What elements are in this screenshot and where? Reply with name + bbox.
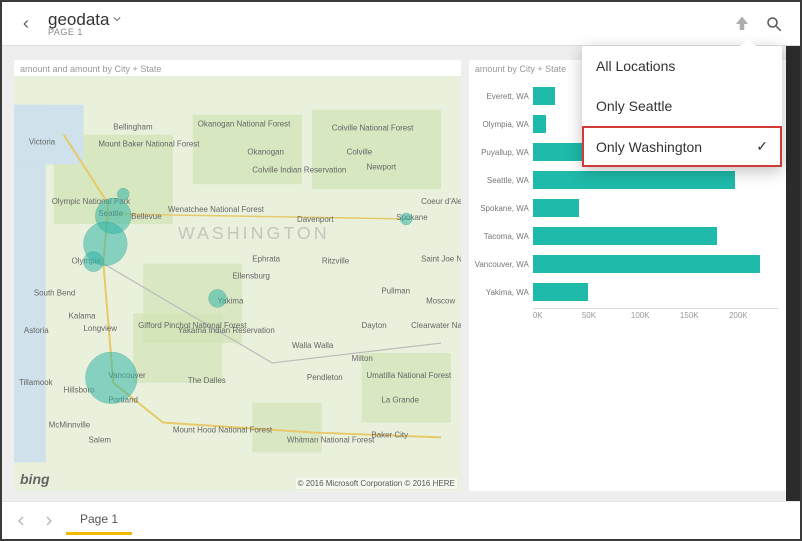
svg-text:Clearwater National Forest: Clearwater National Forest <box>411 321 461 330</box>
state-label: WASHINGTON <box>178 223 330 243</box>
bar-row: Tacoma, WA <box>473 224 778 248</box>
svg-text:Baker City: Baker City <box>371 430 408 439</box>
svg-text:Tillamook: Tillamook <box>19 378 53 387</box>
svg-text:McMinnville: McMinnville <box>49 420 91 429</box>
svg-text:Bellevue: Bellevue <box>131 212 162 221</box>
svg-text:La Grande: La Grande <box>381 396 419 405</box>
svg-text:Ephrata: Ephrata <box>252 255 280 264</box>
title-block[interactable]: geodata PAGE 1 <box>48 11 121 37</box>
svg-text:Wenatchee National Forest: Wenatchee National Forest <box>168 205 265 214</box>
bar-fill <box>533 283 588 301</box>
svg-text:Victoria: Victoria <box>29 137 56 146</box>
prev-page-button[interactable] <box>10 510 32 532</box>
bubble-olympia <box>84 252 104 272</box>
svg-text:Salem: Salem <box>88 435 111 444</box>
svg-text:Newport: Newport <box>366 162 396 171</box>
map-area[interactable]: WASHINGTON Bellingham Okanogan National … <box>14 76 461 491</box>
check-icon: ✓ <box>756 138 768 155</box>
map-title: amount and amount by City + State <box>14 60 461 76</box>
svg-text:Okanogan National Forest: Okanogan National Forest <box>198 120 291 129</box>
map-svg: WASHINGTON Bellingham Okanogan National … <box>14 76 461 491</box>
svg-text:Coeur d'Alene National Forest: Coeur d'Alene National Forest <box>421 197 461 206</box>
svg-text:South Bend: South Bend <box>34 288 75 297</box>
bar-row: Vancouver, WA <box>473 252 778 276</box>
bar-fill <box>533 87 555 105</box>
dropdown-item-washington[interactable]: Only Washington ✓ <box>582 126 782 167</box>
bar-row: Seattle, WA <box>473 168 778 192</box>
header: geodata PAGE 1 <box>2 2 800 46</box>
back-button[interactable] <box>12 10 40 38</box>
svg-text:Colville National Forest: Colville National Forest <box>332 124 414 133</box>
dropdown-pointer <box>740 38 756 46</box>
page-tab-label: Page 1 <box>80 512 118 526</box>
page-tab[interactable]: Page 1 <box>66 506 132 535</box>
svg-text:Saint Joe National Forest: Saint Joe National Forest <box>421 255 461 264</box>
bar-fill <box>533 227 717 245</box>
svg-text:Okanogan: Okanogan <box>247 147 284 156</box>
svg-text:Colville: Colville <box>347 147 373 156</box>
x-axis: 0K 50K 100K 150K 200K <box>533 308 778 320</box>
location-filter-dropdown: All Locations Only Seattle Only Washingt… <box>582 46 782 167</box>
dropdown-label: All Locations <box>596 58 675 74</box>
bar-fill <box>533 171 735 189</box>
bubble-yakima <box>209 289 227 307</box>
svg-text:Pullman: Pullman <box>381 286 410 295</box>
map-attribution: © 2016 Microsoft Corporation © 2016 HERE <box>296 478 457 489</box>
footer: Page 1 <box>2 501 800 539</box>
bar-row: Spokane, WA <box>473 196 778 220</box>
svg-text:Umatilla National Forest: Umatilla National Forest <box>366 371 451 380</box>
svg-text:Dayton: Dayton <box>362 321 387 330</box>
dropdown-label: Only Seattle <box>596 98 672 114</box>
dropdown-item-all[interactable]: All Locations <box>582 46 782 86</box>
dropdown-label: Only Washington <box>596 139 702 155</box>
report-title: geodata <box>48 11 109 28</box>
filter-icon[interactable] <box>726 8 758 40</box>
svg-text:Milton: Milton <box>352 354 373 363</box>
svg-text:Longview: Longview <box>84 324 118 333</box>
svg-text:Yakama Indian Reservation: Yakama Indian Reservation <box>178 326 275 335</box>
bar-row: Yakima, WA <box>473 280 778 304</box>
svg-text:Astoria: Astoria <box>24 326 49 335</box>
svg-text:Moscow: Moscow <box>426 296 455 305</box>
search-icon[interactable] <box>758 8 790 40</box>
svg-text:Ellensburg: Ellensburg <box>232 272 270 281</box>
bar-fill <box>533 115 546 133</box>
bar-fill <box>533 255 760 273</box>
next-page-button[interactable] <box>38 510 60 532</box>
svg-text:Mount Hood National Forest: Mount Hood National Forest <box>173 425 273 434</box>
svg-text:The Dalles: The Dalles <box>188 376 226 385</box>
svg-text:Pendleton: Pendleton <box>307 373 343 382</box>
map-visual[interactable]: amount and amount by City + State <box>14 60 461 491</box>
svg-text:Ritzville: Ritzville <box>322 257 350 266</box>
bubble-vancouver <box>85 352 137 404</box>
bubble-everett <box>117 188 129 200</box>
svg-text:Kalama: Kalama <box>69 311 96 320</box>
bing-logo: bing <box>20 471 50 487</box>
right-panel-edge <box>786 46 800 501</box>
bar-fill <box>533 199 580 217</box>
bubble-spokane <box>400 213 412 225</box>
svg-text:Mount Baker National Forest: Mount Baker National Forest <box>98 139 200 148</box>
chevron-down-icon <box>113 11 121 27</box>
svg-text:Bellingham: Bellingham <box>113 123 153 132</box>
svg-text:Davenport: Davenport <box>297 215 334 224</box>
dropdown-item-seattle[interactable]: Only Seattle <box>582 86 782 126</box>
svg-text:Colville Indian Reservation: Colville Indian Reservation <box>252 165 346 174</box>
svg-text:Walla Walla: Walla Walla <box>292 341 334 350</box>
svg-text:Whitman National Forest: Whitman National Forest <box>287 435 375 444</box>
page-subtitle: PAGE 1 <box>48 28 121 37</box>
